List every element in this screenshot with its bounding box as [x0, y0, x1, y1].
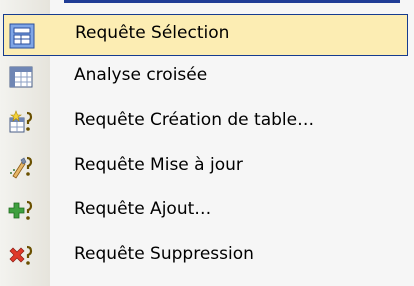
menu-item-label: Requête Mise à jour [74, 155, 243, 175]
menu-top-edge [64, 0, 400, 3]
menu-item-delete-query[interactable]: Requête Suppression [0, 235, 414, 277]
menu-item-label: Analyse croisée [74, 65, 208, 85]
make-table-query-icon [8, 109, 34, 135]
menu-item-label: Requête Ajout… [74, 199, 212, 219]
menu-item-select-query[interactable]: Requête Sélection [3, 14, 408, 56]
query-type-menu: Requête Sélection Analyse croisée Requêt… [0, 0, 414, 286]
menu-item-label: Requête Suppression [74, 244, 254, 264]
delete-query-icon [8, 243, 34, 269]
menu-item-append-query[interactable]: Requête Ajout… [0, 190, 414, 232]
menu-item-make-table-query[interactable]: Requête Création de table… [0, 101, 414, 143]
append-query-icon [8, 198, 34, 224]
update-query-icon [8, 154, 34, 180]
menu-item-label: Requête Création de table… [74, 110, 315, 130]
menu-item-update-query[interactable]: Requête Mise à jour [0, 146, 414, 188]
crosstab-query-icon [8, 64, 34, 90]
menu-item-label: Requête Sélection [75, 23, 230, 43]
menu-item-crosstab-query[interactable]: Analyse croisée [0, 56, 414, 98]
select-query-icon [9, 23, 35, 49]
